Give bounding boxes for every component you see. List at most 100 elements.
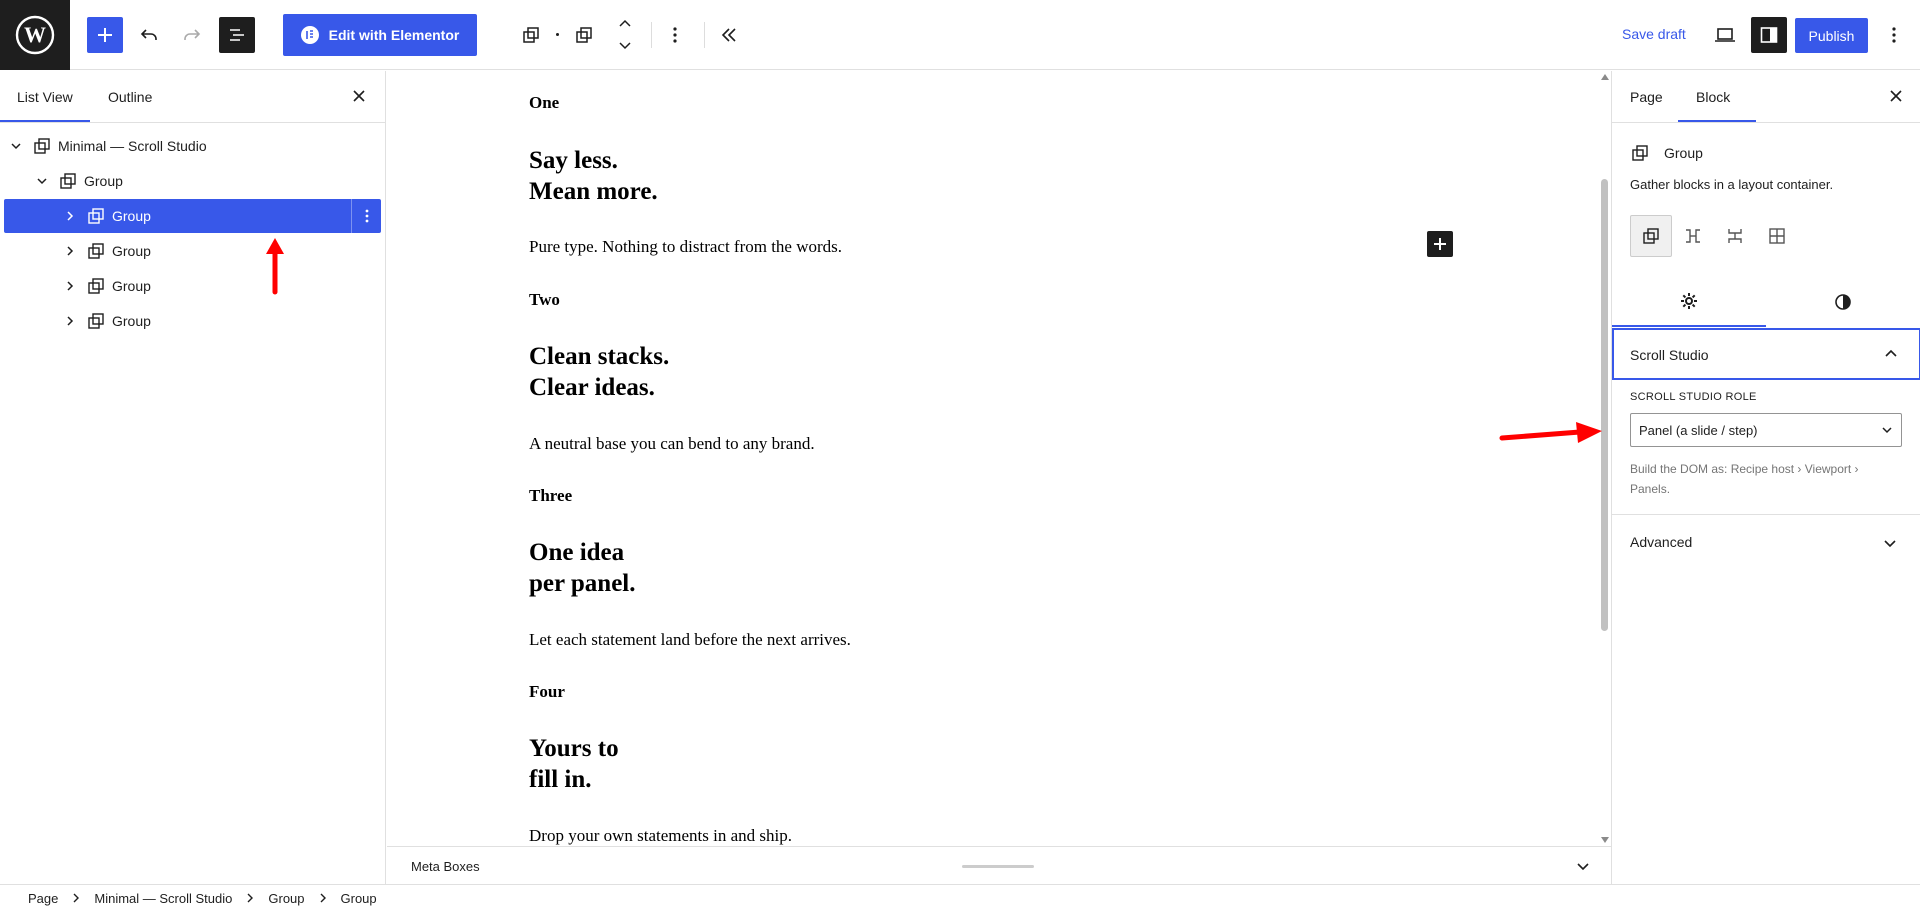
save-draft-button[interactable]: Save draft: [1622, 26, 1686, 42]
panel-label[interactable]: Two: [529, 290, 560, 310]
more-vertical-icon[interactable]: [351, 199, 381, 233]
role-field-label: SCROLL STUDIO ROLE: [1630, 391, 1757, 403]
chevron-up-down-icon: [619, 19, 631, 50]
scroll-studio-panel-header[interactable]: Scroll Studio: [1612, 328, 1920, 380]
block-type-button[interactable]: [566, 17, 602, 53]
list-item[interactable]: Group: [62, 304, 382, 338]
group-icon: [34, 138, 50, 154]
variation-stack-button[interactable]: [1714, 215, 1756, 257]
chevron-double-left-icon: [721, 28, 736, 42]
chevron-down-icon[interactable]: [8, 138, 24, 154]
breadcrumb-item[interactable]: Page: [28, 891, 58, 906]
wordpress-logo-icon[interactable]: W: [0, 0, 70, 70]
list-item[interactable]: Minimal — Scroll Studio: [8, 129, 382, 163]
close-icon[interactable]: [1887, 87, 1905, 105]
breadcrumb-item[interactable]: Minimal — Scroll Studio: [94, 891, 232, 906]
svg-text:W: W: [24, 22, 46, 47]
scroll-up-icon[interactable]: [1601, 74, 1609, 80]
move-up-down-buttons[interactable]: [613, 17, 637, 53]
panel-label[interactable]: Three: [529, 486, 572, 506]
group-icon: [88, 243, 104, 259]
edit-with-elementor-button[interactable]: Edit with Elementor: [283, 14, 477, 56]
settings-sidebar: Page Block Group Gather blocks in a layo…: [1611, 71, 1920, 884]
canvas-scrollbar[interactable]: [1598, 71, 1611, 846]
undo-button[interactable]: [131, 17, 167, 53]
chevron-up-icon[interactable]: [1883, 346, 1899, 362]
panel-heading-line-1[interactable]: Yours to: [529, 733, 619, 764]
block-options-button[interactable]: [657, 17, 693, 53]
annotation-arrow-up-icon: [266, 238, 284, 295]
meta-boxes-panel[interactable]: Meta Boxes: [387, 846, 1611, 884]
variation-row-button[interactable]: [1672, 215, 1714, 257]
panel-heading-line-2[interactable]: fill in.: [529, 764, 592, 795]
contrast-icon: [1835, 294, 1851, 310]
breadcrumb-item[interactable]: Group: [268, 891, 304, 906]
chevron-down-icon[interactable]: [1882, 535, 1898, 551]
panel-body[interactable]: Let each statement land before the next …: [529, 630, 851, 650]
tab-settings[interactable]: [1612, 277, 1766, 327]
desktop-icon: [1715, 28, 1735, 42]
panel-body[interactable]: A neutral base you can bend to any brand…: [529, 434, 815, 454]
chevron-right-icon[interactable]: [62, 313, 78, 329]
list-item[interactable]: Group: [34, 164, 382, 198]
tab-page[interactable]: Page: [1630, 89, 1663, 105]
list-item[interactable]: Group: [62, 234, 382, 268]
close-icon[interactable]: [350, 87, 368, 105]
panel-heading-line-2[interactable]: per panel.: [529, 568, 636, 599]
options-button[interactable]: [1876, 17, 1912, 53]
group-icon: [88, 313, 104, 329]
tab-outline[interactable]: Outline: [108, 89, 152, 105]
collapse-toolbar-button[interactable]: [711, 17, 747, 53]
chevron-right-icon[interactable]: [62, 278, 78, 294]
document-overview-button[interactable]: [219, 17, 255, 53]
panel-heading-line-2[interactable]: Clear ideas.: [529, 372, 655, 403]
more-vertical-icon: [673, 27, 677, 43]
list-item-selected[interactable]: Group: [4, 199, 381, 233]
redo-button[interactable]: [174, 17, 210, 53]
chevron-down-icon[interactable]: [34, 173, 50, 189]
resize-handle[interactable]: [962, 865, 1034, 868]
panel-heading-line-1[interactable]: One idea: [529, 537, 624, 568]
more-vertical-icon: [1892, 27, 1896, 43]
chevron-right-icon: [232, 893, 268, 903]
toolbar-divider: [651, 22, 652, 48]
panel-heading-line-1[interactable]: Say less.: [529, 145, 618, 176]
variation-group-button[interactable]: [1630, 215, 1672, 257]
chevron-right-icon[interactable]: [62, 243, 78, 259]
panel-label[interactable]: One: [529, 93, 559, 113]
scrollbar-thumb[interactable]: [1601, 179, 1608, 631]
panel-body[interactable]: Drop your own statements in and ship.: [529, 826, 792, 846]
breadcrumb-item[interactable]: Group: [341, 891, 377, 906]
advanced-section-title[interactable]: Advanced: [1630, 534, 1692, 550]
role-select[interactable]: Panel (a slide / step): [1630, 413, 1902, 447]
variation-grid-button[interactable]: [1756, 215, 1798, 257]
list-item-label: Group: [112, 313, 151, 329]
editor-canvas[interactable]: One Say less. Mean more. Pure type. Noth…: [387, 71, 1611, 846]
panel-body[interactable]: Pure type. Nothing to distract from the …: [529, 237, 842, 257]
tab-styles[interactable]: [1766, 277, 1920, 327]
panel-heading-line-1[interactable]: Clean stacks.: [529, 341, 669, 372]
list-view-panel: List View Outline Minimal — Scroll Studi…: [0, 71, 386, 884]
active-tab-indicator: [1678, 120, 1756, 122]
tab-block[interactable]: Block: [1696, 89, 1730, 105]
panel-label[interactable]: Four: [529, 682, 565, 702]
elementor-icon: [300, 26, 319, 44]
preview-button[interactable]: [1707, 17, 1743, 53]
meta-boxes-label[interactable]: Meta Boxes: [411, 859, 480, 874]
tab-list-view[interactable]: List View: [17, 89, 73, 105]
settings-tabs: Page Block: [1612, 71, 1920, 123]
panel-heading-line-2[interactable]: Mean more.: [529, 176, 658, 207]
chevron-down-icon[interactable]: [1575, 858, 1591, 874]
chevron-right-icon: [58, 893, 94, 903]
chevron-right-icon[interactable]: [62, 208, 78, 224]
settings-sidebar-toggle[interactable]: [1751, 17, 1787, 53]
add-block-button[interactable]: [87, 17, 123, 53]
list-item[interactable]: Group: [62, 269, 382, 303]
group-block-icon-button[interactable]: [513, 17, 549, 53]
scroll-down-icon[interactable]: [1601, 837, 1609, 843]
inline-add-block-button[interactable]: [1427, 231, 1453, 257]
divider: [1612, 514, 1920, 515]
block-title: Group: [1664, 145, 1703, 161]
publish-button[interactable]: Publish: [1795, 18, 1868, 53]
group-icon: [60, 173, 76, 189]
